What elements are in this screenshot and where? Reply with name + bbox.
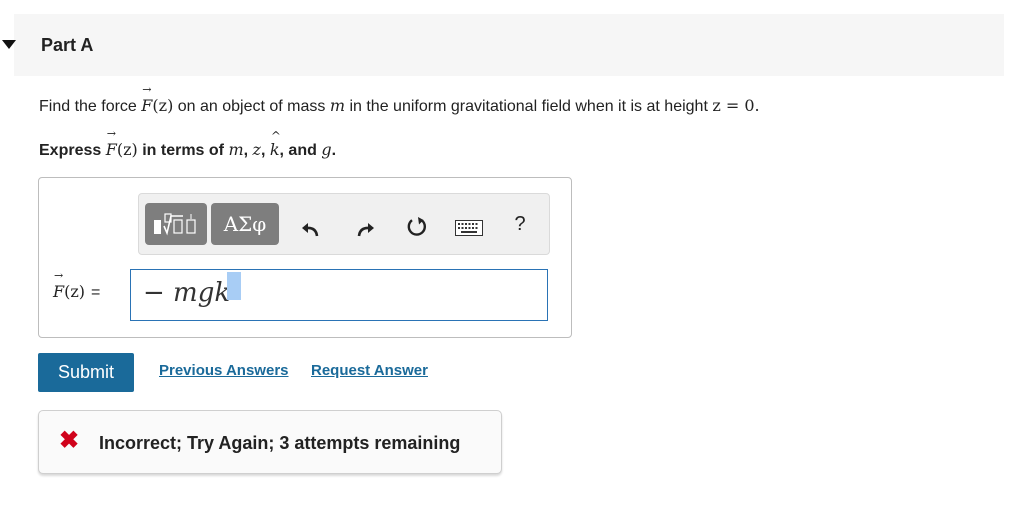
incorrect-icon: ✖ [59,427,80,454]
instruction-text: Express F(z) in terms of m, z, k, and g. [39,127,336,160]
keyboard-icon [455,220,483,236]
redo-icon [357,223,374,237]
templates-button[interactable] [145,203,207,245]
redo-button[interactable] [350,214,380,244]
answer-label: F(z)= [53,269,100,302]
question-text: Find the force F(z) on an object of mass… [39,83,760,116]
templates-icon [154,213,196,236]
collapse-caret-icon[interactable] [2,40,16,49]
request-answer-link[interactable]: Request Answer [311,362,428,379]
undo-button[interactable] [296,214,326,244]
greek-symbols-button[interactable]: ΑΣφ [211,203,279,245]
previous-answers-link[interactable]: Previous Answers [159,362,289,379]
submit-button[interactable]: Submit [38,353,134,392]
reset-icon [407,217,427,236]
answer-value: − mgk [143,278,231,308]
part-title: Part A [41,35,94,55]
feedback-text: Incorrect; Try Again; 3 attempts remaini… [99,433,461,453]
feedback-box: ✖ Incorrect; Try Again; 3 attempts remai… [38,410,502,474]
force-symbol: F [141,83,152,115]
reset-button[interactable] [402,212,432,242]
undo-icon [302,223,319,237]
help-button[interactable]: ? [509,210,531,238]
part-header[interactable] [14,14,1004,76]
answer-input[interactable]: − mgk [130,269,548,321]
keyboard-button[interactable] [453,217,485,239]
cursor-placeholder [227,272,241,300]
